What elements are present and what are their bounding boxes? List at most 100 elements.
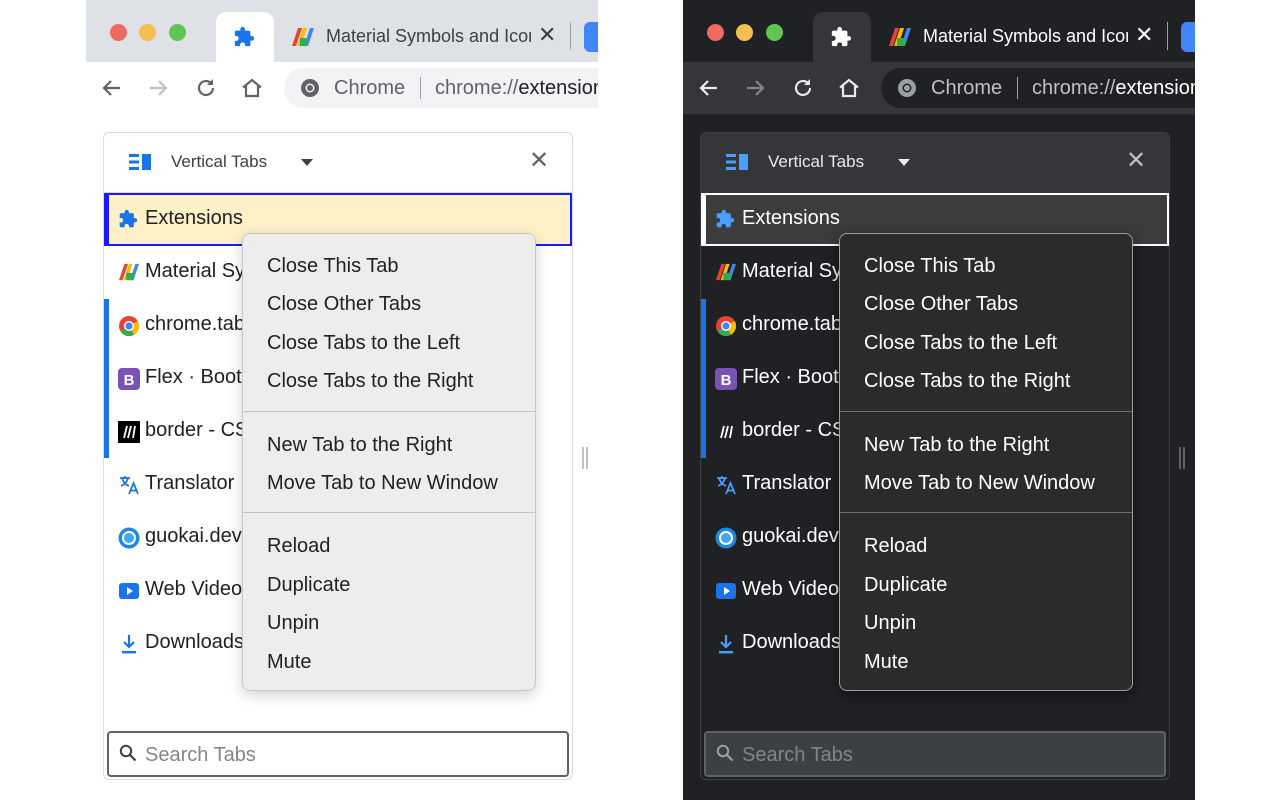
tab-close-icon[interactable]: ✕ bbox=[538, 24, 556, 46]
toolbar: Chrome chrome://extensions bbox=[683, 62, 1195, 114]
menu-item-reload[interactable]: Reload bbox=[864, 535, 927, 558]
back-icon[interactable] bbox=[697, 76, 721, 100]
tab-separator bbox=[570, 22, 571, 50]
menu-item-close-tabs-right[interactable]: Close Tabs to the Right bbox=[864, 370, 1070, 393]
menu-item-reload[interactable]: Reload bbox=[267, 535, 330, 558]
video-play-icon bbox=[715, 580, 737, 607]
tab-title: Web Video bbox=[145, 578, 243, 600]
menu-item-unpin[interactable]: Unpin bbox=[864, 612, 916, 635]
window-zoom-button[interactable] bbox=[766, 24, 783, 41]
window-close-button[interactable] bbox=[707, 24, 724, 41]
puzzle-icon bbox=[715, 209, 735, 234]
panel-close-icon[interactable]: ✕ bbox=[529, 149, 549, 173]
browser-tab-material-symbols[interactable]: Material Symbols and Icons ✕ bbox=[883, 12, 1163, 62]
translate-icon bbox=[715, 474, 737, 501]
guokai-icon bbox=[118, 527, 140, 554]
browser-tab-extensions[interactable] bbox=[216, 12, 274, 62]
omnibox-url: chrome://extensions bbox=[435, 77, 598, 99]
chrome-logo-icon bbox=[118, 315, 140, 342]
tab-title: Translator bbox=[742, 472, 832, 494]
home-icon[interactable] bbox=[837, 76, 861, 100]
puzzle-icon bbox=[830, 26, 852, 53]
search-input[interactable] bbox=[742, 742, 1152, 768]
next-tab-favicon bbox=[1181, 22, 1195, 52]
search-box bbox=[107, 731, 569, 777]
tab-title: chrome.tabs bbox=[742, 313, 853, 335]
tab-title: Web Video bbox=[742, 578, 840, 600]
menu-item-unpin[interactable]: Unpin bbox=[267, 612, 319, 635]
guokai-icon bbox=[715, 527, 737, 554]
panel-header: Vertical Tabs ✕ bbox=[701, 133, 1169, 193]
puzzle-icon bbox=[233, 26, 255, 53]
chevron-down-icon[interactable] bbox=[301, 159, 313, 166]
menu-separator bbox=[840, 411, 1132, 412]
panel-header: Vertical Tabs ✕ bbox=[104, 133, 572, 193]
omnibox[interactable]: Chrome chrome://extensions bbox=[881, 68, 1195, 108]
panel-resize-handle[interactable] bbox=[1179, 447, 1185, 469]
menu-item-new-tab-right[interactable]: New Tab to the Right bbox=[864, 434, 1049, 457]
panel-resize-handle[interactable] bbox=[582, 447, 588, 469]
tab-close-icon[interactable]: ✕ bbox=[1135, 24, 1153, 46]
panel-title[interactable]: Vertical Tabs bbox=[171, 152, 267, 172]
back-icon[interactable] bbox=[100, 76, 124, 100]
forward-icon[interactable] bbox=[743, 76, 767, 100]
window-zoom-button[interactable] bbox=[169, 24, 186, 41]
menu-item-close-this-tab[interactable]: Close This Tab bbox=[267, 255, 399, 278]
omnibox-site-label: Chrome bbox=[334, 77, 406, 99]
menu-item-duplicate[interactable]: Duplicate bbox=[267, 574, 350, 597]
pinned-indicator bbox=[701, 352, 706, 405]
menu-separator bbox=[243, 411, 535, 412]
svg-text:B: B bbox=[721, 372, 732, 389]
menu-item-new-tab-right[interactable]: New Tab to the Right bbox=[267, 434, 452, 457]
mdn-icon bbox=[715, 421, 737, 448]
tab-title: chrome.tabs bbox=[145, 313, 256, 335]
menu-item-move-to-new-window[interactable]: Move Tab to New Window bbox=[267, 472, 498, 495]
tab-title: Downloads bbox=[145, 631, 244, 653]
home-icon[interactable] bbox=[240, 76, 264, 100]
menu-item-close-tabs-left[interactable]: Close Tabs to the Left bbox=[267, 332, 460, 355]
bootstrap-icon: B bbox=[118, 368, 140, 395]
search-input[interactable] bbox=[145, 742, 555, 768]
download-icon bbox=[715, 633, 737, 660]
chevron-down-icon[interactable] bbox=[898, 159, 910, 166]
menu-item-mute[interactable]: Mute bbox=[864, 651, 908, 674]
window-close-button[interactable] bbox=[110, 24, 127, 41]
chrome-logo-icon bbox=[300, 78, 320, 103]
tab-strip: Material Symbols and Icons ✕ bbox=[683, 0, 1195, 62]
omnibox[interactable]: Chrome chrome://extensions bbox=[284, 68, 598, 108]
search-icon bbox=[119, 744, 137, 767]
omnibox-site-label: Chrome bbox=[931, 77, 1003, 99]
window-minimize-button[interactable] bbox=[139, 24, 156, 41]
puzzle-icon bbox=[118, 209, 138, 234]
menu-item-close-this-tab[interactable]: Close This Tab bbox=[864, 255, 996, 278]
window-minimize-button[interactable] bbox=[736, 24, 753, 41]
pinned-indicator bbox=[104, 299, 109, 352]
menu-item-move-to-new-window[interactable]: Move Tab to New Window bbox=[864, 472, 1095, 495]
next-tab-favicon bbox=[584, 22, 598, 52]
pinned-indicator bbox=[104, 352, 109, 405]
menu-item-close-tabs-right[interactable]: Close Tabs to the Right bbox=[267, 370, 473, 393]
browser-window-light: Material Symbols and Icons ✕ Chrome chro… bbox=[86, 0, 598, 800]
menu-item-close-tabs-left[interactable]: Close Tabs to the Left bbox=[864, 332, 1057, 355]
browser-window-dark: Material Symbols and Icons ✕ Chrome chro… bbox=[683, 0, 1195, 800]
menu-item-close-other-tabs[interactable]: Close Other Tabs bbox=[267, 293, 421, 316]
stage: Material Symbols and Icons ✕ Chrome chro… bbox=[0, 0, 1280, 800]
search-box bbox=[704, 731, 1166, 777]
svg-text:B: B bbox=[124, 372, 135, 389]
panel-close-icon[interactable]: ✕ bbox=[1126, 149, 1146, 173]
download-icon bbox=[118, 633, 140, 660]
reload-icon[interactable] bbox=[194, 76, 218, 100]
reload-icon[interactable] bbox=[791, 76, 815, 100]
browser-tab-material-symbols[interactable]: Material Symbols and Icons ✕ bbox=[286, 12, 566, 62]
menu-item-duplicate[interactable]: Duplicate bbox=[864, 574, 947, 597]
pinned-indicator bbox=[104, 405, 109, 458]
panel-title[interactable]: Vertical Tabs bbox=[768, 152, 864, 172]
tab-title: Extensions bbox=[145, 207, 243, 229]
mdn-icon bbox=[118, 421, 140, 448]
browser-tab-extensions[interactable] bbox=[813, 12, 871, 62]
forward-icon[interactable] bbox=[146, 76, 170, 100]
tab-separator bbox=[1167, 22, 1168, 50]
menu-item-close-other-tabs[interactable]: Close Other Tabs bbox=[864, 293, 1018, 316]
tab-title: Extensions bbox=[742, 207, 840, 229]
menu-item-mute[interactable]: Mute bbox=[267, 651, 311, 674]
